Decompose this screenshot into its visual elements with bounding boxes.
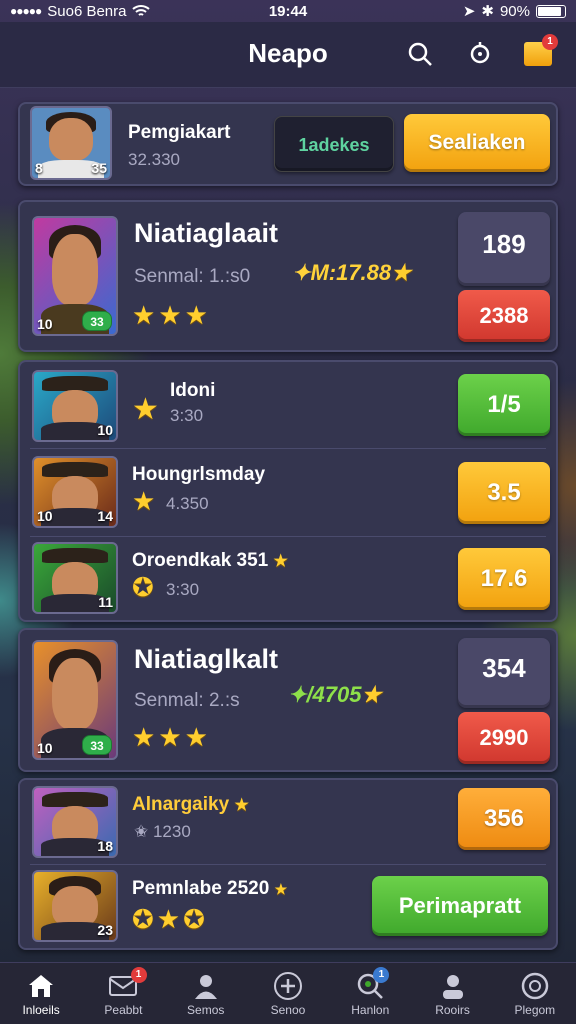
- player-rank: 35: [91, 160, 107, 176]
- list1-item3-button[interactable]: 17.6: [458, 548, 550, 610]
- settings-button[interactable]: [464, 38, 496, 70]
- card1-gem-badge: 33: [82, 311, 112, 331]
- tab-people[interactable]: Semos: [165, 963, 247, 1024]
- card1-stars: ★ ★ ★: [132, 300, 208, 330]
- list1-item2-name: Houngrlsmday: [132, 464, 266, 485]
- player-summary-panel: 8 35 Pemgiakart 32.330 1adekes Sealiaken: [18, 102, 558, 186]
- player-card-1[interactable]: 10 33 Niatiaglaait Senmal: 1.:s0 ✦M:17.8…: [18, 200, 558, 352]
- trophy-icon: ✦: [288, 682, 307, 707]
- player-score: 32.330: [128, 150, 180, 169]
- list1-item1-name: Idoni: [170, 380, 216, 401]
- seal-button[interactable]: Sealiaken: [404, 114, 550, 172]
- app-header: Neapo 1: [0, 22, 576, 88]
- card2-name: Niatiaglkalt: [134, 644, 279, 674]
- list2-item2-name: Pemnlabe 2520 ★: [132, 878, 288, 899]
- mailbox-button[interactable]: 1: [522, 34, 558, 70]
- card2-gem-badge: 33: [82, 735, 112, 755]
- tab-search[interactable]: 1 Hanlon: [329, 963, 411, 1024]
- card1-score: ✦M:17.88★: [292, 260, 411, 285]
- list1-item3-avatar: 11: [32, 542, 118, 614]
- leaderboard-button[interactable]: 1adekes: [274, 116, 394, 172]
- player-list-2: 18 Alnargaiky ★ ✬ 1230 356 23 Pemnlabe 2…: [18, 778, 558, 950]
- list1-item1-avatar: 10: [32, 370, 118, 442]
- list1-item1-button[interactable]: 1/5: [458, 374, 550, 436]
- card2-subtitle: Senmal: 2.:s: [134, 690, 240, 711]
- list1-item2-avatar: 10 14: [32, 456, 118, 528]
- list1-item1-sub: 3:30: [170, 406, 204, 425]
- list2-item2-avatar: 23: [32, 870, 118, 942]
- list2-item2-button[interactable]: Perimapratt: [372, 876, 548, 936]
- tab-target[interactable]: Plegom: [494, 963, 576, 1024]
- card1-level: 10: [37, 316, 53, 332]
- plus-icon: [273, 971, 302, 1000]
- card1-action-button[interactable]: 2388: [458, 290, 550, 342]
- card1-name: Niatiaglaait: [134, 218, 279, 248]
- badge-icon: ✪: [132, 572, 154, 602]
- notification-badge: 1: [373, 967, 390, 983]
- clock: 19:44: [268, 2, 308, 20]
- tab-profile[interactable]: Rooirs: [411, 963, 493, 1024]
- list2-item2-stars: ✪ ★ ✪: [132, 904, 205, 934]
- battery-icon: [536, 4, 566, 18]
- list1-item2-sub: 4.350: [166, 494, 209, 513]
- list1-item3-sub: 3:30: [166, 580, 200, 599]
- search-icon: [408, 42, 432, 66]
- star-icon: ★: [361, 682, 382, 707]
- list2-item1-button[interactable]: 356: [458, 788, 550, 850]
- notification-badge: 1: [130, 967, 147, 983]
- card2-stat: 354: [458, 638, 550, 708]
- card2-action-button[interactable]: 2990: [458, 712, 550, 764]
- player-level: 8: [35, 160, 43, 176]
- notification-badge: 1: [542, 34, 558, 50]
- profile-icon: [442, 974, 463, 999]
- star-icon: ★: [391, 260, 411, 285]
- card2-level: 10: [37, 740, 53, 756]
- tab-add[interactable]: Senoo: [247, 963, 329, 1024]
- home-icon: [29, 974, 54, 997]
- search-button[interactable]: [404, 38, 436, 70]
- card2-stars: ★ ★ ★: [132, 722, 208, 752]
- status-bar: ●●●●● Suo6 Benra 19:44 ➤ ✱ 90%: [0, 0, 576, 22]
- bottom-tab-bar: Inloeils 1 Peabbt Semos Senoo 1 Hanlon R…: [0, 962, 576, 1024]
- trophy-icon: ✦: [292, 260, 311, 285]
- card1-subtitle: Senmal: 1.:s0: [134, 266, 251, 287]
- player-avatar[interactable]: 8 35: [30, 106, 112, 180]
- star-icon: ★: [132, 486, 156, 516]
- list1-item3-name: Oroendkak 351 ★: [132, 550, 288, 571]
- tab-home[interactable]: Inloeils: [0, 963, 82, 1024]
- gear-icon: [470, 42, 490, 64]
- target-icon: [521, 972, 549, 999]
- list1-item2-button[interactable]: 3.5: [458, 462, 550, 524]
- tab-messages[interactable]: 1 Peabbt: [82, 963, 164, 1024]
- card1-stat: 189: [458, 212, 550, 286]
- player-list-1: 10 ★ Idoni 3:30 1/5 10 14 Houngrlsmday ★…: [18, 360, 558, 622]
- card1-avatar: 10 33: [32, 216, 118, 336]
- star-icon: ★: [132, 393, 159, 426]
- card2-score: ✦/4705★: [288, 682, 382, 707]
- list2-item1-sub: ✬ 1230: [134, 822, 191, 841]
- player-name: Pemgiakart: [128, 122, 231, 143]
- list2-item1-avatar: 18: [32, 786, 118, 858]
- person-icon: [194, 974, 217, 999]
- list2-item1-name: Alnargaiky ★: [132, 794, 249, 815]
- player-card-2[interactable]: 10 33 Niatiaglkalt Senmal: 2.:s ✦/4705★ …: [18, 628, 558, 772]
- card2-avatar: 10 33: [32, 640, 118, 760]
